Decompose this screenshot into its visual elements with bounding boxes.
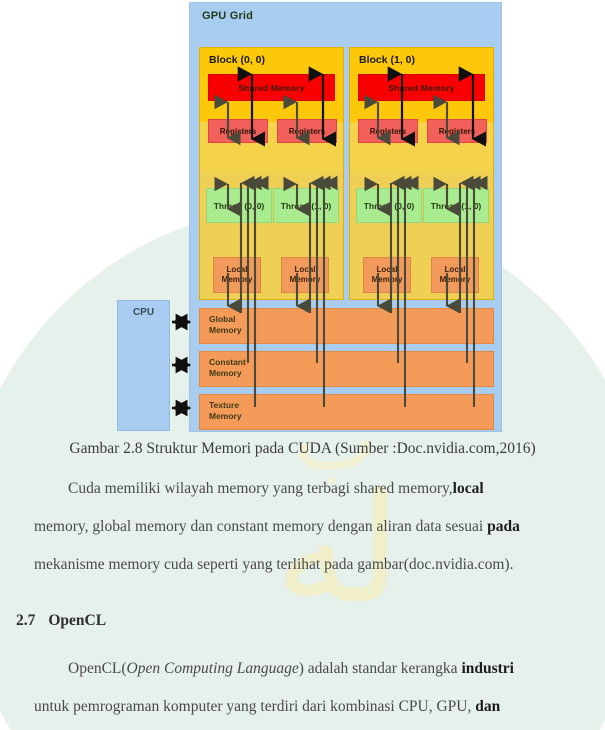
p1-line1-text: Cuda memiliki wilayah memory yang terbag… [68,480,453,497]
p2-line2-a: untuk pemrograman komputer yang terdiri … [34,698,476,715]
paragraph-opencl: OpenCL(Open Computing Language) adalah s… [34,650,605,726]
paragraph-line: memory, global memory dan constant memor… [34,508,605,546]
section-number: 2.7 [16,612,36,629]
paragraph-line: OpenCL(Open Computing Language) adalah s… [34,650,605,688]
p1-line1-bold: local [452,480,484,497]
diagram-arrows [214,66,488,407]
paragraph-line: Cuda memiliki wilayah memory yang terbag… [34,470,605,508]
section-heading: 2.7 OpenCL [16,612,106,630]
cpu-box: CPU [117,300,170,431]
p2-line1-b: ) adalah standar kerangka [298,660,462,677]
cpu-memory-arrows [172,313,192,417]
figure-caption: Gambar 2.8 Struktur Memori pada CUDA (Su… [69,440,536,457]
p2-line1-emphasis: Open Computing Language [126,660,299,677]
p1-line2-text: memory, global memory dan constant memor… [34,518,488,535]
p1-line3-text: mekanisme memory cuda seperti yang terli… [34,556,514,573]
p2-line2-bold: dan [475,698,501,715]
p2-line1-bold: industri [461,660,514,677]
p2-line1-a: OpenCL( [68,660,127,677]
p1-line2-bold: pada [487,518,520,535]
cuda-memory-diagram: GPU Grid Block (0, 0) Shared Memory Regi… [189,2,502,432]
paragraph-cuda-memory: Cuda memiliki wilayah memory yang terbag… [34,470,605,584]
section-title: OpenCL [48,612,107,629]
paragraph-line: mekanisme memory cuda seperti yang terli… [34,546,605,584]
paragraph-line: untuk pemrograman komputer yang terdiri … [34,688,605,726]
